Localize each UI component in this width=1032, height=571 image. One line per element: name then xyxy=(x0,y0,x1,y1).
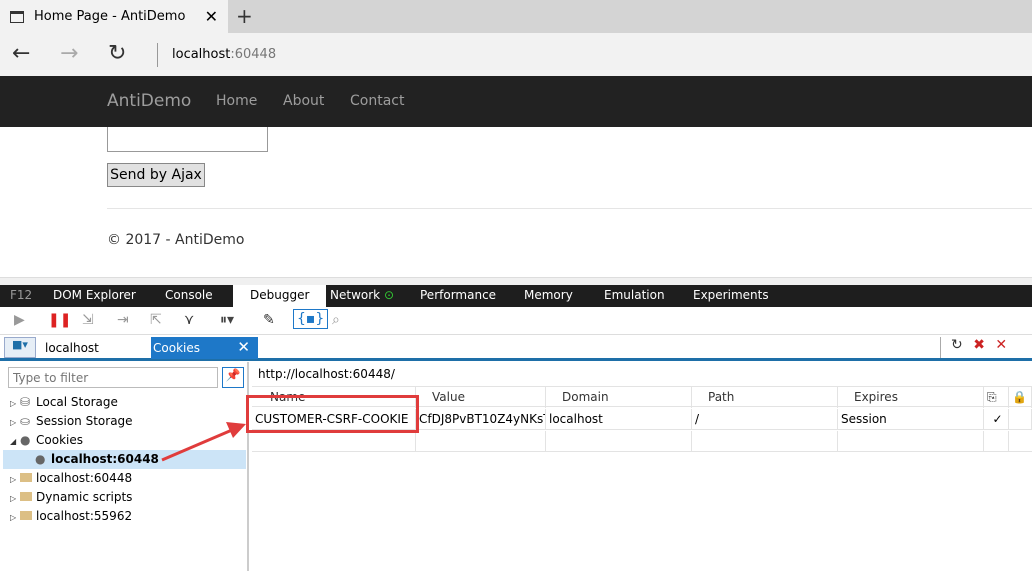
annotation-arrow xyxy=(161,422,246,462)
arrow-shaft xyxy=(161,428,233,462)
